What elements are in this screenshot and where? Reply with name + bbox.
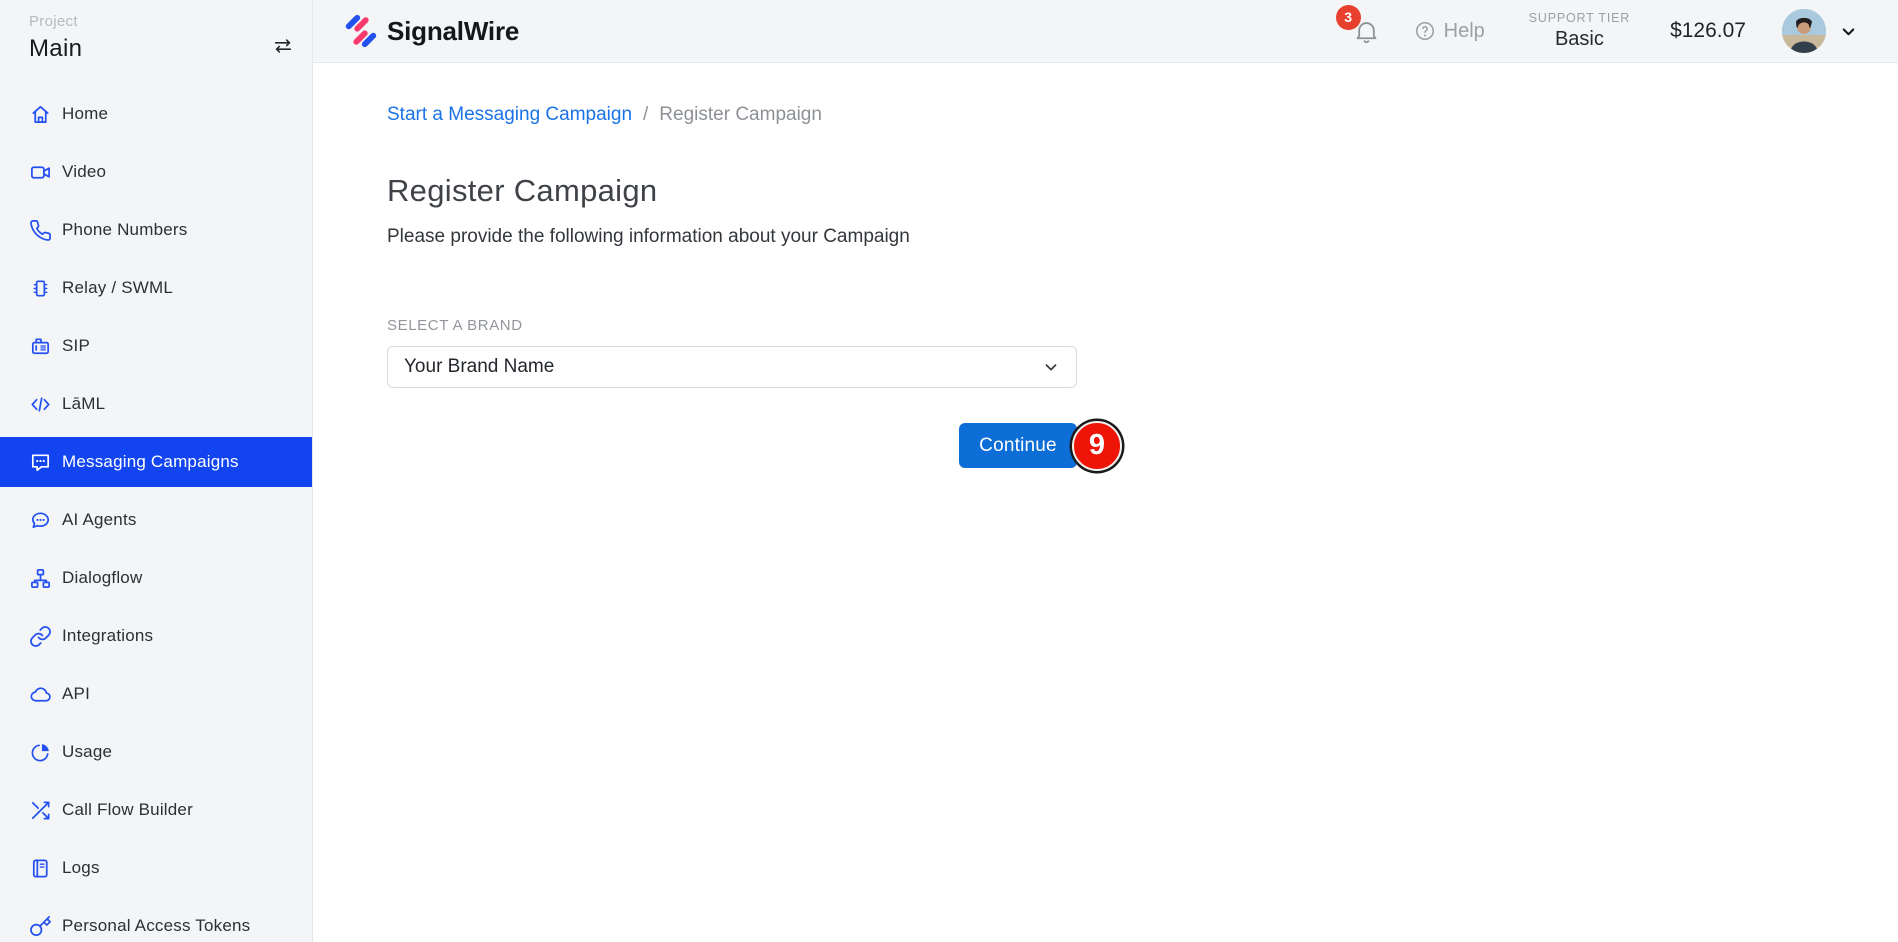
sidebar-item-label: Phone Numbers [62,220,187,240]
sidebar-item-label: Call Flow Builder [62,800,193,820]
continue-button[interactable]: Continue [959,423,1077,468]
form-actions: Continue 9 [387,423,1077,468]
sidebar-item-personal-access-tokens[interactable]: Personal Access Tokens [0,901,312,942]
support-tier: SUPPORT TIER Basic [1529,11,1630,51]
sidebar-item-label: Home [62,104,108,124]
header-actions: 3 Help SUPPORT TIER Basic $126.07 [1353,9,1858,53]
sidebar-item-label: Relay / SWML [62,278,173,298]
notification-badge: 3 [1336,5,1361,30]
chevron-down-icon [1042,358,1060,376]
breadcrumb: Start a Messaging Campaign / Register Ca… [387,104,1898,126]
sidebar-item-label: Logs [62,858,100,878]
signalwire-logo-icon [344,13,378,49]
video-camera-icon [29,161,52,184]
signalwire-logo[interactable]: SignalWire [344,13,519,49]
account-balance[interactable]: $126.07 [1670,19,1746,43]
chat-square-icon [29,451,52,474]
sidebar-item-label: API [62,684,90,704]
sidebar-item-ai-agents[interactable]: AI Agents [0,495,312,545]
app-root: Project Main Home Video Phone Numbers [0,0,1898,942]
link-icon [29,625,52,648]
help-label: Help [1444,20,1485,43]
register-campaign-form: SELECT A BRAND Your Brand Name Continue … [387,317,1077,468]
chat-bubble-icon [29,509,52,532]
brand-select-value: Your Brand Name [404,356,554,378]
help-button[interactable]: Help [1414,20,1485,43]
code-icon [29,393,52,416]
sidebar-item-label: Usage [62,742,112,762]
shuffle-icon [29,799,52,822]
phone-icon [29,219,52,242]
main-content: Start a Messaging Campaign / Register Ca… [313,63,1898,942]
home-icon [29,103,52,126]
sidebar-item-usage[interactable]: Usage [0,727,312,777]
project-name: Main [29,35,82,63]
sidebar-item-messaging-campaigns[interactable]: Messaging Campaigns [0,437,312,487]
support-tier-label: SUPPORT TIER [1529,11,1630,25]
book-icon [29,857,52,880]
sidebar-item-logs[interactable]: Logs [0,843,312,893]
key-icon [29,915,52,938]
breadcrumb-current: Register Campaign [659,104,822,126]
desk-phone-icon [29,335,52,358]
sidebar-nav: Home Video Phone Numbers Relay / SWML SI… [0,89,312,942]
sidebar: Project Main Home Video Phone Numbers [0,0,313,942]
project-label: Project [29,13,82,30]
question-circle-icon [1414,20,1436,42]
project-switcher: Project Main [0,0,312,63]
breadcrumb-separator: / [643,104,648,126]
sidebar-item-label: Integrations [62,626,153,646]
sidebar-item-label: SIP [62,336,90,356]
account-menu-chevron-icon[interactable] [1839,22,1858,41]
org-chart-icon [29,567,52,590]
pie-chart-icon [29,741,52,764]
breadcrumb-link-start-campaign[interactable]: Start a Messaging Campaign [387,104,632,126]
chip-icon [29,277,52,300]
brand-name: SignalWire [387,16,519,47]
sidebar-item-home[interactable]: Home [0,89,312,139]
sidebar-item-api[interactable]: API [0,669,312,719]
annotation-step-marker: 9 [1072,421,1122,471]
notifications-button[interactable]: 3 [1353,18,1380,45]
support-tier-value: Basic [1529,28,1630,51]
cloud-icon [29,683,52,706]
sidebar-item-label: Personal Access Tokens [62,916,250,936]
sidebar-item-video[interactable]: Video [0,147,312,197]
sidebar-item-label: AI Agents [62,510,137,530]
right-column: SignalWire 3 Help SUPPORT TIER [313,0,1898,942]
sidebar-item-label: LāML [62,394,105,414]
sidebar-item-label: Dialogflow [62,568,142,588]
project-info: Project Main [29,13,82,63]
avatar[interactable] [1782,9,1826,53]
sidebar-item-phone-numbers[interactable]: Phone Numbers [0,205,312,255]
page-subtitle: Please provide the following information… [387,226,1898,248]
page-title: Register Campaign [387,173,1898,209]
sidebar-item-dialogflow[interactable]: Dialogflow [0,553,312,603]
sidebar-item-call-flow-builder[interactable]: Call Flow Builder [0,785,312,835]
sidebar-item-integrations[interactable]: Integrations [0,611,312,661]
sidebar-item-sip[interactable]: SIP [0,321,312,371]
brand-select[interactable]: Your Brand Name [387,346,1077,388]
top-bar: SignalWire 3 Help SUPPORT TIER [313,0,1898,63]
select-brand-label: SELECT A BRAND [387,317,1077,334]
sidebar-item-label: Messaging Campaigns [62,452,239,472]
sidebar-item-relay-swml[interactable]: Relay / SWML [0,263,312,313]
switch-project-icon[interactable] [272,35,294,57]
sidebar-item-laml[interactable]: LāML [0,379,312,429]
sidebar-item-label: Video [62,162,106,182]
